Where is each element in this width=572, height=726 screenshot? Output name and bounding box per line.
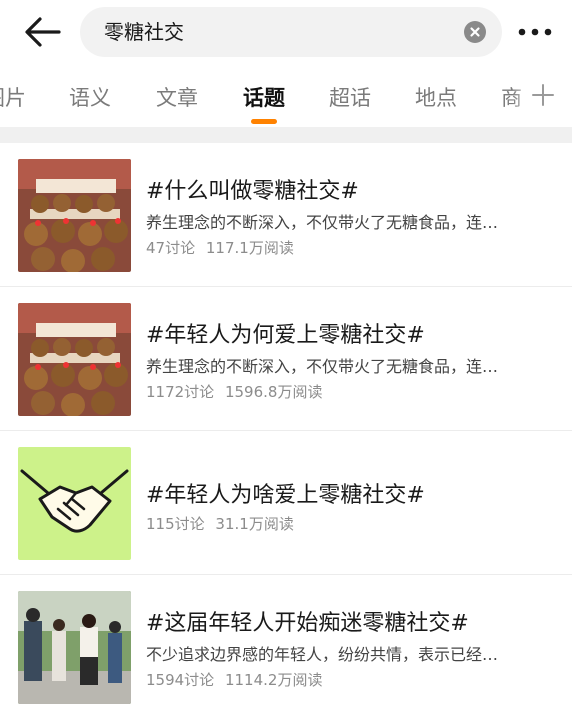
active-tab-indicator — [251, 119, 277, 124]
plus-icon — [532, 84, 554, 106]
read-count: 31.1万阅读 — [215, 515, 294, 533]
discussion-count: 115讨论 — [146, 515, 205, 533]
read-count: 1114.2万阅读 — [224, 671, 323, 689]
topic-stats: 1172讨论 1596.8万阅读 — [146, 381, 322, 402]
discussion-count: 1594讨论 — [146, 671, 215, 689]
topic-row[interactable]: #这届年轻人开始痴迷零糖社交# 不少追求边界感的年轻人，纷纷共情，表示已经… 1… — [0, 575, 572, 719]
topic-thumbnail — [18, 303, 131, 416]
topic-row[interactable]: #年轻人为何爱上零糖社交# 养生理念的不断深入，不仅带火了无糖食品，连… 117… — [0, 287, 572, 431]
tab-topics[interactable]: 话题 — [243, 82, 285, 112]
read-count: 1596.8万阅读 — [224, 383, 323, 401]
arrow-left-icon — [25, 17, 61, 47]
more-button[interactable] — [516, 22, 556, 42]
section-divider — [0, 127, 572, 143]
tab-super-topics[interactable]: 超话 — [329, 82, 371, 112]
topic-row[interactable]: #什么叫做零糖社交# 养生理念的不断深入，不仅带火了无糖食品，连… 47讨论 1… — [0, 143, 572, 287]
topic-title: #什么叫做零糖社交# — [146, 179, 359, 204]
search-tabs: 图片 语义 文章 话题 超话 地点 商 — [0, 72, 572, 124]
more-horizontal-icon — [518, 28, 552, 36]
back-button[interactable] — [22, 14, 62, 50]
topic-row[interactable]: #年轻人为啥爱上零糖社交# 115讨论 31.1万阅读 — [0, 431, 572, 575]
tab-semantic[interactable]: 语义 — [69, 82, 111, 112]
tab-places[interactable]: 地点 — [415, 82, 457, 112]
topic-thumbnail — [18, 159, 131, 272]
tab-articles[interactable]: 文章 — [156, 82, 198, 112]
add-tab-button[interactable] — [530, 82, 556, 108]
topic-thumbnail — [18, 591, 131, 704]
topic-description: 养生理念的不断深入，不仅带火了无糖食品，连… — [146, 357, 499, 376]
topic-title: #年轻人为何爱上零糖社交# — [146, 323, 425, 348]
discussion-count: 1172讨论 — [146, 383, 215, 401]
topic-stats: 1594讨论 1114.2万阅读 — [146, 669, 322, 690]
topic-stats: 47讨论 117.1万阅读 — [146, 237, 294, 258]
search-query: 零糖社交 — [104, 20, 184, 44]
tab-images[interactable]: 图片 — [0, 82, 26, 112]
read-count: 117.1万阅读 — [205, 239, 294, 257]
topic-stats: 115讨论 31.1万阅读 — [146, 513, 294, 534]
topic-title: #这届年轻人开始痴迷零糖社交# — [146, 611, 469, 636]
topic-title: #年轻人为啥爱上零糖社交# — [146, 483, 425, 508]
topic-thumbnail — [18, 447, 131, 560]
topic-description: 养生理念的不断深入，不仅带火了无糖食品，连… — [146, 213, 499, 232]
topic-description: 不少追求边界感的年轻人，纷纷共情，表示已经… — [146, 645, 499, 664]
search-input[interactable]: 零糖社交 — [80, 7, 502, 57]
top-bar: 零糖社交 — [0, 0, 572, 64]
discussion-count: 47讨论 — [146, 239, 196, 257]
close-icon — [470, 27, 480, 37]
clear-search-button[interactable] — [464, 21, 486, 43]
